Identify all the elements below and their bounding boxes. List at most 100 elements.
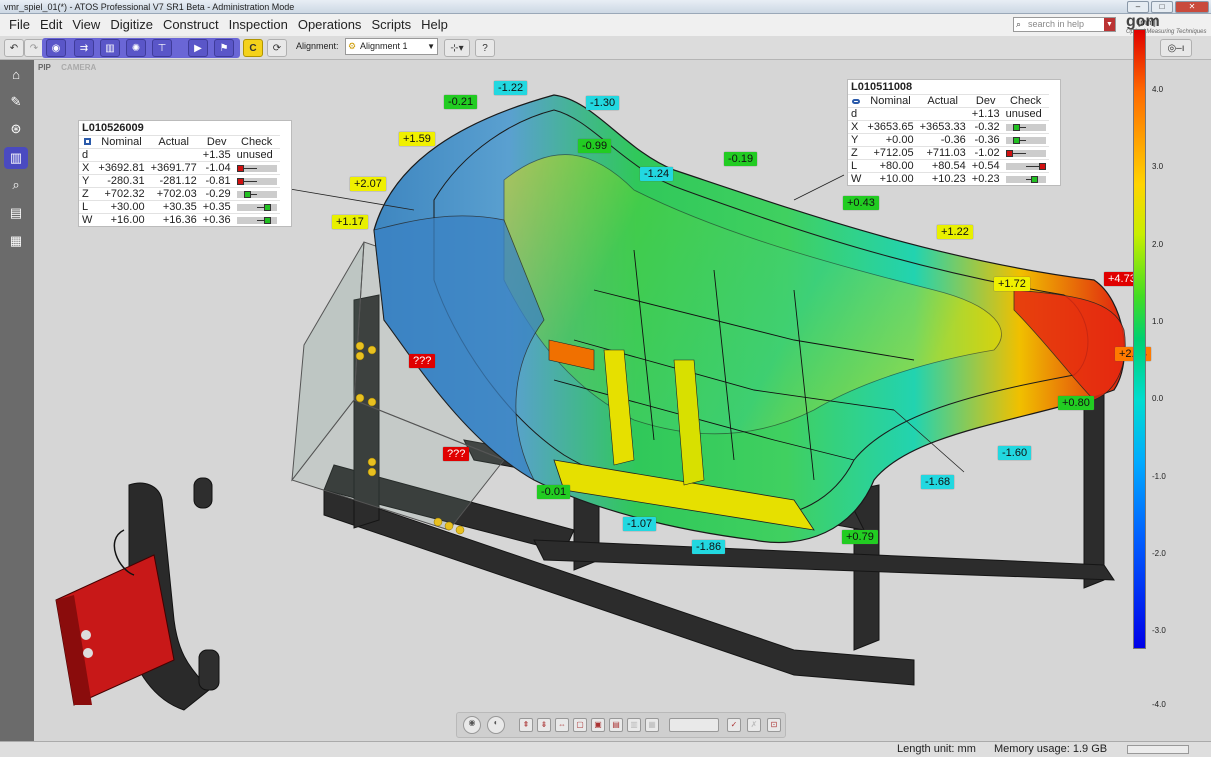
recalculate-icon[interactable]: C [243, 39, 263, 57]
refresh-icon[interactable]: ⟳ [267, 39, 287, 57]
actual-cell: -281.12 [147, 174, 200, 188]
deviation-label[interactable]: -0.01 [537, 485, 571, 499]
wrench-icon[interactable]: ✎ [4, 91, 28, 113]
deviation-color-scale[interactable] [1133, 29, 1146, 649]
deviation-label[interactable]: +1.17 [332, 215, 368, 229]
measurement-table-right[interactable]: L010511008 Nominal Actual Dev Check d +1.… [847, 79, 1061, 186]
deviation-label[interactable]: +0.79 [842, 530, 878, 544]
table-row[interactable]: L +80.00 +80.54 +0.54 [848, 159, 1049, 173]
3d-viewport[interactable]: PIP CAMERA -0.21 -1.22 -1.30 +1.59 -0.99… [34, 60, 1211, 741]
help-search-input[interactable]: ⌕ search in help ▼ [1013, 17, 1116, 32]
table-row[interactable]: Z +712.05 +711.03 -1.02 [848, 146, 1049, 160]
deviation-label[interactable]: -1.24 [640, 167, 674, 181]
deviation-label[interactable]: +0.80 [1058, 396, 1094, 410]
tripod-icon[interactable]: ⊤ [152, 39, 172, 57]
close-button[interactable]: ✕ [1175, 1, 1209, 13]
align-x-icon[interactable]: ⇞ [519, 718, 533, 732]
row-label: L [848, 159, 865, 173]
deviation-label[interactable]: -0.19 [724, 152, 758, 166]
deviation-label[interactable]: -1.07 [623, 517, 657, 531]
select-icon[interactable]: ✓ [727, 718, 741, 732]
table-row[interactable]: W +10.00 +10.23 +0.23 [848, 172, 1049, 185]
deviation-label-unknown[interactable]: ??? [443, 447, 470, 461]
view-slider[interactable] [669, 718, 719, 732]
minimize-button[interactable]: – [1127, 1, 1149, 13]
menu-help[interactable]: Help [416, 14, 453, 36]
menu-view[interactable]: View [67, 14, 105, 36]
deviation-label-unknown[interactable]: ??? [409, 354, 436, 368]
nominal-cell: +10.00 [864, 172, 917, 185]
view-side-icon[interactable]: ▤ [609, 718, 623, 732]
menu-scripts[interactable]: Scripts [366, 14, 416, 36]
deviation-label[interactable]: +0.43 [843, 196, 879, 210]
reference-points-icon[interactable]: ✺ [126, 39, 146, 57]
grid-icon[interactable]: ▦ [4, 230, 28, 252]
align-y-icon[interactable]: ⇟ [537, 718, 551, 732]
table-row[interactable]: d +1.13 unused [848, 107, 1049, 121]
alignment-tools-icon[interactable]: ⊹▾ [444, 39, 470, 57]
play-icon[interactable]: ▶ [188, 39, 208, 57]
deviation-label[interactable]: -1.60 [998, 446, 1032, 460]
menu-edit[interactable]: Edit [35, 14, 67, 36]
view-bottom-icon[interactable]: ▦ [645, 718, 659, 732]
tolerance-bar [1005, 123, 1046, 131]
deviation-label[interactable]: +2.07 [350, 177, 386, 191]
deviation-label[interactable]: -0.21 [444, 95, 478, 109]
camera-view-icon[interactable]: ◎–ı [1160, 39, 1192, 57]
sensor-ring-icon[interactable]: ⊛ [4, 118, 28, 140]
help-button[interactable]: ? [475, 39, 495, 57]
maximize-button[interactable]: □ [1151, 1, 1173, 13]
table-row[interactable]: d +1.35 unused [79, 148, 280, 162]
deviation-label[interactable]: -1.22 [494, 81, 528, 95]
redo-icon[interactable]: ↷ [24, 39, 44, 57]
view-reset-icon[interactable]: ◉ [463, 716, 481, 734]
deviation-label[interactable]: +1.22 [937, 225, 973, 239]
deviation-label[interactable]: -1.68 [921, 475, 955, 489]
table-row[interactable]: Y -280.31 -281.12 -0.81 [79, 174, 280, 188]
report-icon[interactable]: ▤ [4, 202, 28, 224]
status-bar: Length unit: mm Memory usage: 1.9 GB [0, 741, 1211, 757]
digitize-icon[interactable]: ▥ [4, 147, 28, 169]
row-label: Y [848, 133, 865, 147]
sensor-icon[interactable]: ◉ [46, 39, 66, 57]
menu-operations[interactable]: Operations [293, 14, 367, 36]
fringe-icon[interactable]: ▥ [100, 39, 120, 57]
home-icon[interactable]: ⌂ [4, 64, 28, 86]
menu-inspection[interactable]: Inspection [224, 14, 293, 36]
menu-digitize[interactable]: Digitize [105, 14, 158, 36]
measurement-table-left[interactable]: L010526009 Nominal Actual Dev Check d +1.… [78, 120, 292, 227]
dev-cell: -1.02 [968, 146, 1003, 160]
table-row[interactable]: Y +0.00 -0.36 -0.36 [848, 133, 1049, 147]
measurement-grid: Nominal Actual Dev Check d +1.35 unused X +3… [79, 135, 280, 226]
menu-construct[interactable]: Construct [158, 14, 224, 36]
deselect-icon[interactable]: ✗ [747, 718, 761, 732]
check-cell [1002, 120, 1049, 134]
scan-icon[interactable]: ⇉ [74, 39, 94, 57]
actual-cell: -0.36 [916, 133, 969, 147]
align-z-icon[interactable]: ⇔ [555, 718, 569, 732]
finish-flag-icon[interactable]: ⚑ [214, 39, 234, 57]
deviation-label[interactable]: -0.99 [578, 139, 612, 153]
deviation-label[interactable]: -1.86 [692, 540, 726, 554]
view-iso-icon[interactable]: ▥ [627, 718, 641, 732]
fit-view-icon[interactable]: ⊡ [767, 718, 781, 732]
menu-file[interactable]: File [4, 14, 35, 36]
deviation-label[interactable]: +1.59 [399, 132, 435, 146]
view-front-icon[interactable]: ▢ [573, 718, 587, 732]
table-row[interactable]: Z +702.32 +702.03 -0.29 [79, 187, 280, 201]
table-row[interactable]: X +3653.65 +3653.33 -0.32 [848, 120, 1049, 134]
search-dropdown-icon[interactable]: ▼ [1104, 18, 1115, 31]
table-row[interactable]: L +30.00 +30.35 +0.35 [79, 200, 280, 214]
undo-icon[interactable]: ↶ [4, 39, 24, 57]
alignment-select[interactable]: ⚙ Alignment 1 ▼ [345, 38, 438, 55]
table-row[interactable]: W +16.00 +16.36 +0.36 [79, 213, 280, 226]
window-title-bar: vmr_spiel_01(*) - ATOS Professional V7 S… [0, 0, 1211, 14]
table-row[interactable]: X +3692.81 +3691.77 -1.04 [79, 161, 280, 175]
magnify-icon[interactable]: ⌕ [4, 174, 28, 196]
view-orbit-icon[interactable]: ◐ [487, 716, 505, 734]
deviation-label[interactable]: +1.72 [994, 277, 1030, 291]
header-dev: Dev [968, 94, 1003, 108]
view-top-icon[interactable]: ▣ [591, 718, 605, 732]
deviation-label[interactable]: -1.30 [586, 96, 620, 110]
header-actual: Actual [916, 94, 969, 108]
